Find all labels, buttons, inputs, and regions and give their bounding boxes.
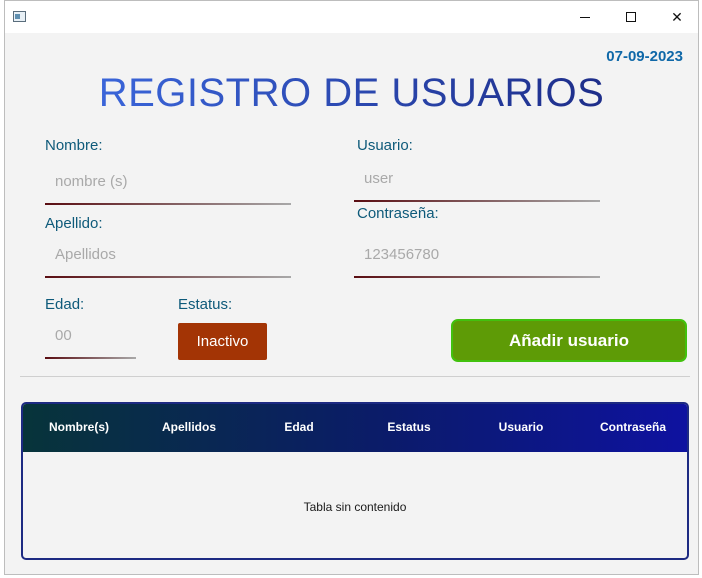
close-button[interactable]: ✕ — [654, 1, 700, 33]
column-header-usuario[interactable]: Usuario — [471, 420, 571, 434]
table-empty-message: Tabla sin contenido — [303, 500, 407, 514]
add-user-button[interactable]: Añadir usuario — [451, 319, 687, 362]
status-toggle-button[interactable]: Inactivo — [178, 323, 267, 360]
nombre-underline — [45, 203, 291, 205]
users-table: Nombre(s) Apellidos Edad Estatus Usuario… — [21, 402, 689, 560]
edad-field[interactable]: 00 — [45, 315, 136, 359]
column-header-nombres[interactable]: Nombre(s) — [29, 420, 129, 434]
minimize-icon — [580, 16, 590, 18]
nombre-placeholder: nombre (s) — [55, 173, 128, 190]
edad-underline — [45, 357, 136, 359]
usuario-label: Usuario: — [357, 137, 413, 154]
apellido-label: Apellido: — [45, 215, 103, 232]
divider — [20, 376, 690, 377]
contrasena-label: Contraseña: — [357, 205, 439, 222]
estatus-label: Estatus: — [178, 296, 233, 313]
app-window: ✕ 07-09-2023 REGISTRO DE USUARIOS Nombre… — [4, 0, 699, 575]
close-icon: ✕ — [671, 8, 683, 25]
column-header-edad[interactable]: Edad — [259, 420, 339, 434]
apellido-placeholder: Apellidos — [55, 246, 116, 263]
edad-label: Edad: — [45, 296, 85, 313]
title-bar[interactable]: ✕ — [5, 1, 698, 33]
page-title: REGISTRO DE USUARIOS — [5, 71, 698, 116]
contrasena-field[interactable]: 123456780 — [354, 234, 600, 278]
apellido-underline — [45, 276, 291, 278]
current-date: 07-09-2023 — [606, 48, 683, 65]
maximize-icon — [626, 12, 636, 22]
column-header-apellidos[interactable]: Apellidos — [139, 420, 239, 434]
edad-placeholder: 00 — [55, 327, 72, 344]
maximize-button[interactable] — [608, 1, 654, 33]
nombre-label: Nombre: — [45, 137, 103, 154]
nombre-field[interactable]: nombre (s) — [45, 161, 291, 205]
column-header-estatus[interactable]: Estatus — [359, 420, 459, 434]
usuario-field[interactable]: user — [354, 158, 600, 202]
usuario-placeholder: user — [364, 170, 394, 187]
apellido-field[interactable]: Apellidos — [45, 234, 291, 278]
contrasena-placeholder: 123456780 — [364, 246, 440, 263]
contrasena-underline — [354, 276, 600, 278]
column-header-contrasena[interactable]: Contraseña — [583, 420, 683, 434]
minimize-button[interactable] — [562, 1, 608, 33]
usuario-underline — [354, 200, 600, 202]
app-icon — [13, 11, 26, 22]
table-header: Nombre(s) Apellidos Edad Estatus Usuario… — [23, 404, 687, 452]
